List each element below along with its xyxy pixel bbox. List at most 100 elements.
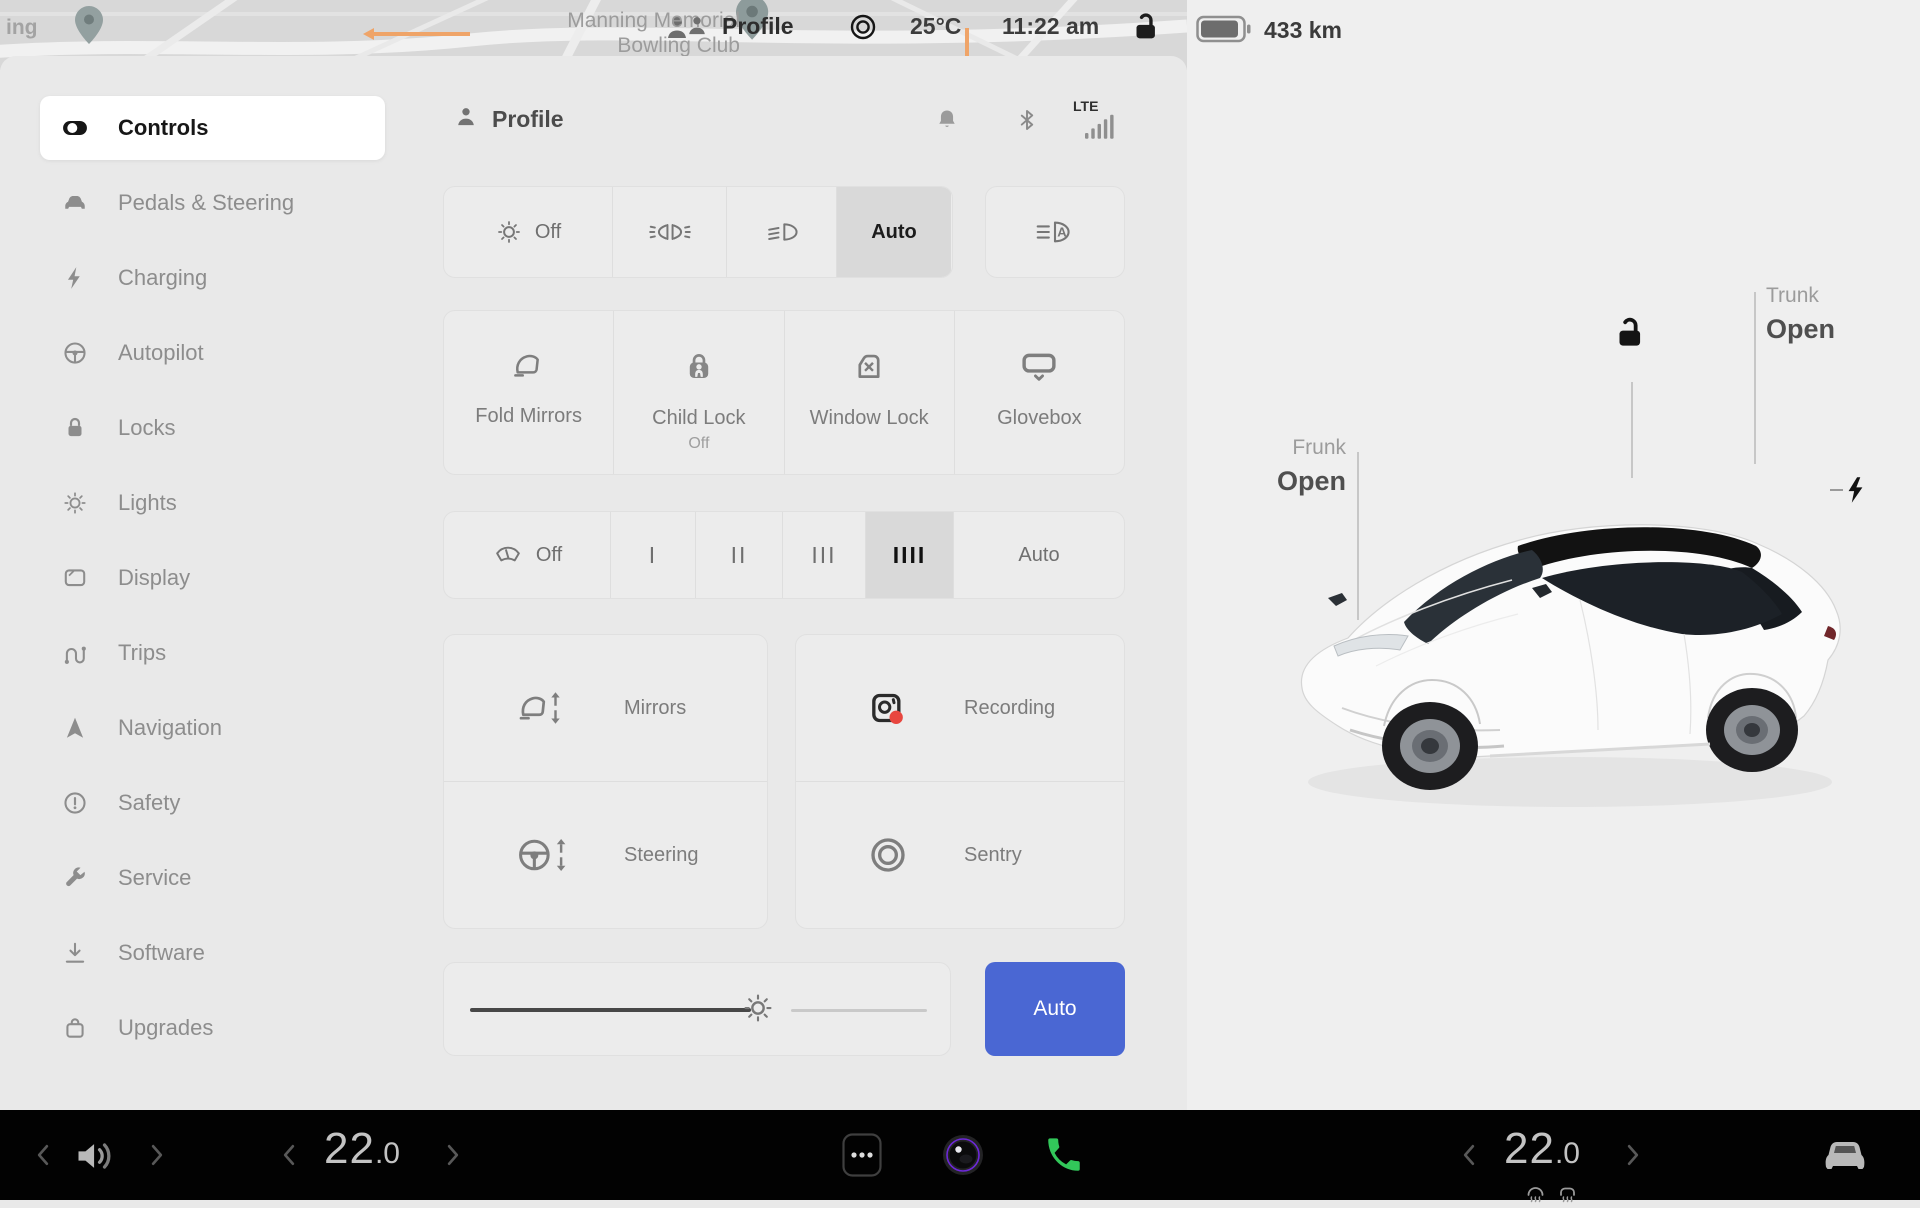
driver-temp-up-chevron[interactable] (446, 1144, 460, 1166)
headlight-segmented-control: Off Auto (443, 186, 953, 278)
sidebar-item-upgrades[interactable]: Upgrades (40, 996, 385, 1060)
frunk-control[interactable]: Frunk Open (1238, 436, 1346, 497)
car-icon (62, 190, 88, 216)
sidebar-item-autopilot[interactable]: Autopilot (40, 321, 385, 385)
wipers-auto-button[interactable]: Auto (953, 512, 1124, 598)
sidebar-item-safety[interactable]: Safety (40, 771, 385, 835)
unlocked-icon[interactable] (1128, 10, 1162, 44)
trunk-control[interactable]: Trunk Open (1766, 284, 1876, 345)
auto-high-beam-button[interactable]: A (985, 186, 1125, 278)
main-header: Profile LTE (443, 96, 1125, 146)
steering-wheel-icon (62, 340, 88, 366)
wrench-icon (62, 865, 88, 891)
lock-icon (62, 415, 88, 441)
wiper-speed-4-button[interactable]: IIII (865, 512, 953, 598)
volume-icon[interactable] (72, 1134, 118, 1178)
alert-circle-icon (62, 790, 88, 816)
vehicle-render[interactable] (1280, 430, 1870, 830)
profile-title[interactable]: Profile (492, 106, 564, 133)
unlock-pointer-line (1631, 382, 1633, 478)
rear-defrost-icon[interactable] (1558, 1186, 1577, 1208)
sidebar-item-controls[interactable]: Controls (40, 96, 385, 160)
fold-mirrors-button[interactable]: Fold Mirrors (444, 311, 613, 474)
sidebar-item-lights[interactable]: Lights (40, 471, 385, 535)
wipers-off-button[interactable]: Off (444, 512, 610, 598)
volume-up-chevron[interactable] (150, 1144, 164, 1166)
trunk-status: Open (1766, 313, 1876, 345)
wiper-speed-2-button[interactable]: II (695, 512, 782, 598)
passenger-temp[interactable]: 22 .0 (1504, 1124, 1580, 1174)
bluetooth-icon[interactable] (1015, 105, 1039, 135)
child-lock-state: Off (688, 435, 709, 453)
child-lock-button[interactable]: Child Lock Off (613, 311, 783, 474)
parking-lights-button[interactable] (612, 187, 726, 277)
glovebox-button[interactable]: Glovebox (954, 311, 1124, 474)
passenger-temp-down-chevron[interactable] (1462, 1144, 1476, 1166)
wiper-speed-3-button[interactable]: III (782, 512, 865, 598)
driver-temp-down-chevron[interactable] (282, 1144, 296, 1166)
headlights-off-button[interactable]: Off (444, 187, 612, 277)
sidebar-item-navigation[interactable]: Navigation (40, 696, 385, 760)
cell-signal: LTE (1073, 98, 1125, 140)
climate-car-button[interactable] (1820, 1135, 1870, 1175)
sentry-icon (868, 835, 908, 875)
wiper-icon (492, 542, 524, 568)
person-icon (453, 104, 479, 130)
dashcam-recording-icon (868, 688, 908, 728)
sentry-button[interactable]: Sentry (796, 781, 1124, 928)
charge-port-tick (1830, 489, 1843, 491)
brightness-track-filled[interactable] (470, 1008, 751, 1012)
wiper-segmented-control: Off I II III IIII Auto (443, 511, 1125, 599)
headlights-auto-button[interactable]: Auto (836, 187, 951, 277)
outside-temp[interactable]: 25°C (910, 13, 961, 40)
sidebar-item-trips[interactable]: Trips (40, 621, 385, 685)
sidebar-item-locks[interactable]: Locks (40, 396, 385, 460)
svg-text:A: A (1057, 225, 1067, 240)
lightning-icon (62, 265, 88, 291)
shopping-bag-icon (62, 1015, 88, 1041)
parking-light-bulb-icon (495, 218, 523, 246)
light-bulb-icon (62, 490, 88, 516)
wiper-speed-1-button[interactable]: I (610, 512, 695, 598)
sidebar-item-software[interactable]: Software (40, 921, 385, 985)
display-icon (62, 565, 88, 591)
sidebar-item-display[interactable]: Display (40, 546, 385, 610)
sidebar-item-pedals-steering[interactable]: Pedals & Steering (40, 171, 385, 235)
mirrors-adjust-button[interactable]: Mirrors (444, 635, 767, 781)
vehicle-unlocked-icon[interactable] (1610, 314, 1648, 352)
map-street-label: ing (6, 16, 38, 40)
download-icon (62, 940, 88, 966)
glovebox-icon (1019, 349, 1059, 383)
profile-person-icon (684, 13, 710, 39)
cabin-camera-button[interactable] (941, 1133, 985, 1177)
front-defrost-icon[interactable] (1526, 1186, 1545, 1208)
app-launcher-button[interactable] (842, 1133, 882, 1177)
mirror-adjust-icon (516, 690, 568, 726)
frunk-label: Frunk (1238, 436, 1346, 460)
battery-icon (1196, 15, 1252, 43)
brightness-sun-icon[interactable] (741, 991, 775, 1025)
low-beam-icon (763, 218, 801, 246)
phone-button[interactable] (1043, 1134, 1085, 1176)
parking-lights-icon (649, 218, 691, 246)
volume-down-chevron[interactable] (36, 1144, 50, 1166)
recording-button[interactable]: Recording (796, 635, 1124, 781)
sentry-status-icon[interactable] (849, 13, 877, 41)
bell-icon[interactable] (934, 107, 960, 133)
brightness-slider[interactable] (443, 962, 951, 1056)
charge-port-bolt-icon[interactable] (1847, 476, 1864, 504)
mirror-steering-card: Mirrors Steering (443, 634, 768, 929)
passenger-temp-up-chevron[interactable] (1626, 1144, 1640, 1166)
window-lock-button[interactable]: Window Lock (784, 311, 954, 474)
trunk-pointer-line (1754, 292, 1756, 464)
topbar-profile-button[interactable]: Profile (722, 13, 794, 40)
sidebar-item-charging[interactable]: Charging (40, 246, 385, 310)
fold-mirrors-icon (509, 349, 549, 381)
driver-temp[interactable]: 22 .0 (324, 1124, 400, 1174)
window-lock-icon (852, 349, 886, 383)
brightness-track-empty[interactable] (791, 1009, 927, 1012)
steering-adjust-button[interactable]: Steering (444, 781, 767, 928)
low-beam-button[interactable] (726, 187, 836, 277)
brightness-auto-button[interactable]: Auto (985, 962, 1125, 1056)
sidebar-item-service[interactable]: Service (40, 846, 385, 910)
